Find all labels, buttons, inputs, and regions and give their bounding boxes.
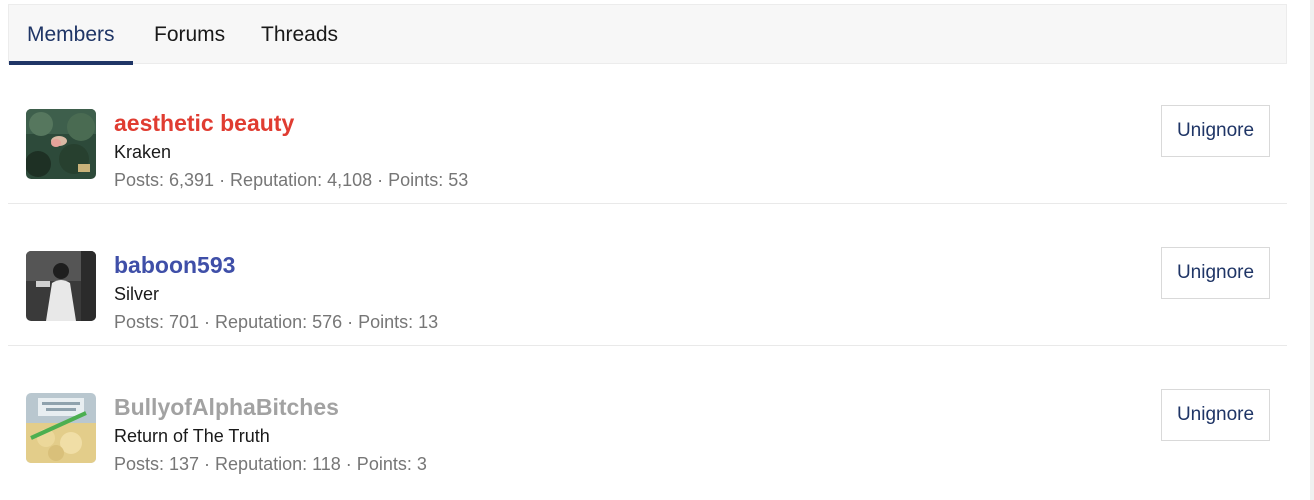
scrollbar[interactable] [1310, 0, 1314, 500]
avatar[interactable] [26, 109, 96, 179]
unignore-button[interactable]: Unignore [1161, 389, 1270, 441]
member-username[interactable]: aesthetic beauty [114, 110, 294, 137]
member-username[interactable]: baboon593 [114, 252, 235, 279]
member-title: Kraken [114, 142, 172, 162]
member-username[interactable]: BullyofAlphaBitches [114, 394, 339, 421]
member-title: Return of The Truth [114, 426, 270, 446]
avatar[interactable] [26, 251, 96, 321]
member-stats: Posts: 6,391 · Reputation: 4,108 · Point… [114, 170, 469, 190]
member-row: baboon593 Silver Posts: 701 · Reputation… [8, 205, 1287, 346]
unignore-button[interactable]: Unignore [1161, 247, 1270, 299]
tab-bar: Members Forums Threads [8, 4, 1287, 65]
member-title: Silver [114, 284, 160, 304]
member-row: aesthetic beauty Kraken Posts: 6,391 · R… [8, 63, 1287, 204]
tab-forums[interactable]: Forums [154, 5, 225, 64]
unignore-button[interactable]: Unignore [1161, 105, 1270, 157]
member-stats: Posts: 701 · Reputation: 576 · Points: 1… [114, 312, 439, 332]
member-stats: Posts: 137 · Reputation: 118 · Points: 3 [114, 454, 427, 474]
tab-members[interactable]: Members [9, 5, 132, 65]
tab-threads[interactable]: Threads [261, 5, 338, 64]
member-row: BullyofAlphaBitches Return of The Truth … [8, 347, 1287, 488]
avatar[interactable] [26, 393, 96, 463]
